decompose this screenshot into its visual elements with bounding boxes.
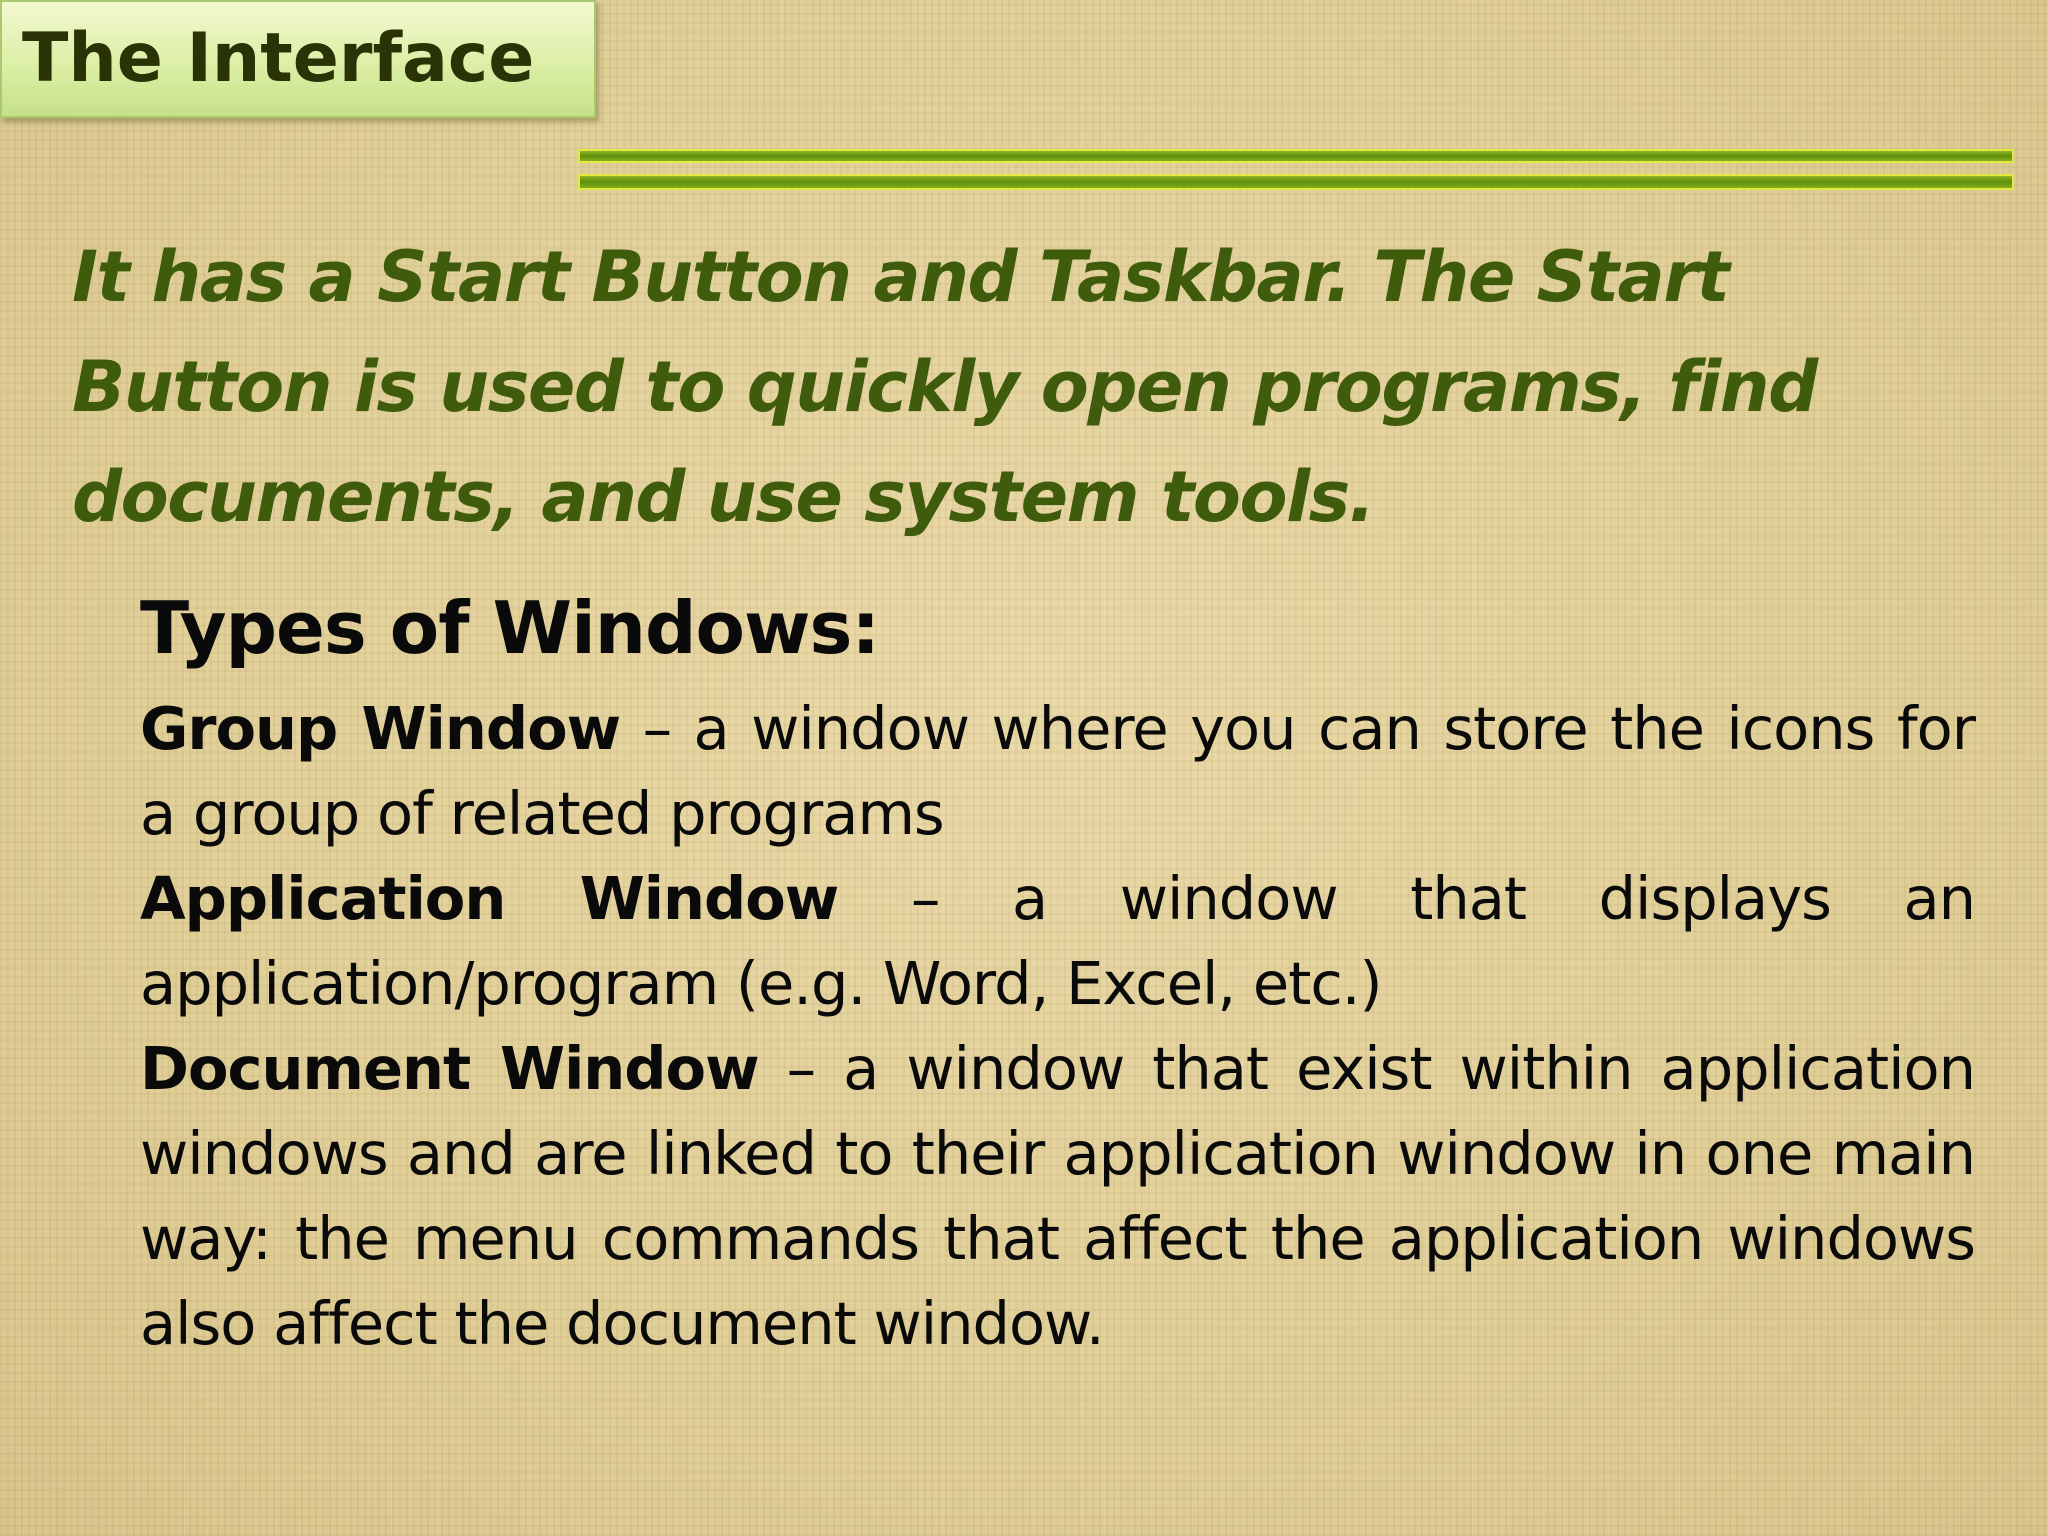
- accent-rule-bottom: [578, 174, 2014, 190]
- title-box: The Interface: [0, 0, 596, 118]
- definition-document-window: Document Window – a window that exist wi…: [140, 1026, 1976, 1366]
- accent-rule-top: [578, 149, 2014, 163]
- intro-text: It has a Start Button and Taskbar. The S…: [72, 236, 1818, 538]
- definition-application-window: Application Window – a window that displ…: [140, 856, 1976, 1026]
- term-application-window: Application Window: [140, 864, 839, 933]
- types-of-windows-section: Types of Windows: Group Window – a windo…: [140, 578, 1976, 1366]
- section-heading: Types of Windows:: [140, 586, 880, 670]
- term-group-window: Group Window: [140, 694, 621, 763]
- term-document-window: Document Window: [140, 1034, 760, 1103]
- definition-group-window: Group Window – a window where you can st…: [140, 686, 1976, 856]
- slide-title: The Interface: [22, 19, 535, 98]
